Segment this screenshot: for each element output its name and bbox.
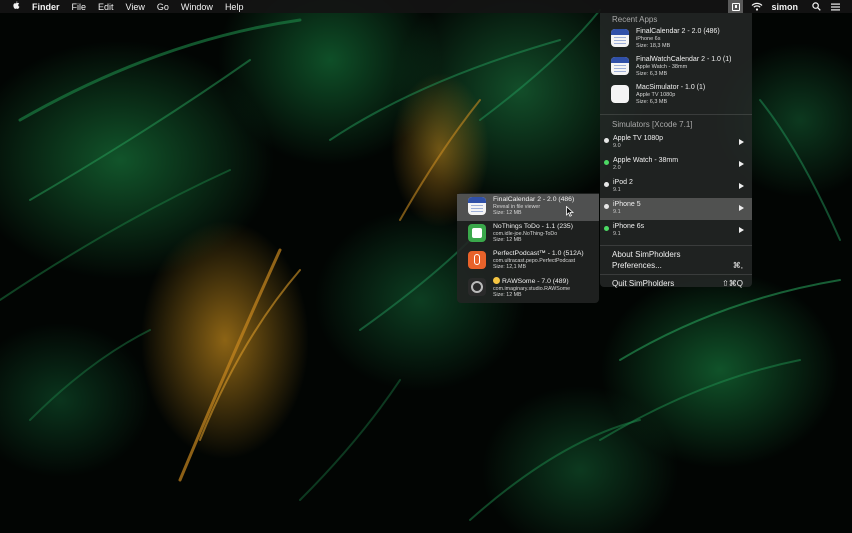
smiley-emoji-icon xyxy=(493,277,500,284)
submenu-arrow-icon xyxy=(739,161,744,167)
simulator-item-iphone-5[interactable]: iPhone 5 9.1 xyxy=(600,198,752,220)
calendar-icon xyxy=(468,197,486,215)
simulator-name: Apple Watch - 38mm xyxy=(613,157,679,164)
simpholders-menu: Recent Apps FinalCalendar 2 - 2.0 (486) … xyxy=(600,13,752,289)
app-size: Size: 12 MB xyxy=(493,292,522,299)
menu-go[interactable]: Go xyxy=(157,2,169,12)
simulators-header: Simulators [Xcode 7.1] xyxy=(612,120,693,129)
app-title: FinalCalendar 2 - 2.0 (486) xyxy=(636,28,720,35)
simulator-name: iPod 2 xyxy=(613,179,633,186)
simulator-apps-submenu: FinalCalendar 2 - 2.0 (486) Reveal in fi… xyxy=(457,193,599,303)
menu-help[interactable]: Help xyxy=(225,2,244,12)
recent-apps-header: Recent Apps xyxy=(612,15,658,24)
app-size: Size: 12,1 MB xyxy=(493,264,526,271)
submenu-arrow-icon xyxy=(739,183,744,189)
preferences-label: Preferences... xyxy=(612,261,662,270)
menu-view[interactable]: View xyxy=(126,2,145,12)
simulator-version: 9.1 xyxy=(613,209,621,215)
quit-label: Quit SimPholders xyxy=(612,279,675,288)
quit-shortcut: ⇧⌘Q xyxy=(722,279,743,288)
user-name[interactable]: simon xyxy=(771,2,798,12)
app-title: RAWSome - 7.0 (489) xyxy=(493,277,570,286)
status-dot-icon xyxy=(604,204,609,209)
apple-menu-icon[interactable] xyxy=(12,1,22,12)
simulator-item-iphone-6s[interactable]: iPhone 6s 9.1 xyxy=(600,220,752,242)
recent-app-item[interactable]: FinalCalendar 2 - 2.0 (486) iPhone 6s Si… xyxy=(600,27,752,55)
simulator-name: Apple TV 1080p xyxy=(613,135,664,142)
simulator-item-apple-watch[interactable]: Apple Watch - 38mm 2.0 xyxy=(600,154,752,176)
mouse-pointer-icon xyxy=(566,206,574,217)
app-title: NoThings ToDo - 1.1 (235) xyxy=(493,223,573,230)
menu-bar: Finder File Edit View Go Window Help sim… xyxy=(0,0,852,13)
about-label: About SimPholders xyxy=(612,250,681,259)
calendar-icon xyxy=(611,29,629,47)
simulator-item-apple-tv[interactable]: Apple TV 1080p 9.0 xyxy=(600,132,752,154)
menu-divider xyxy=(600,274,752,275)
simulator-version: 2.0 xyxy=(613,165,621,171)
camera-lens-app-icon xyxy=(468,278,486,296)
spotlight-search-icon[interactable] xyxy=(812,2,821,11)
menu-file[interactable]: File xyxy=(72,2,87,12)
preferences-shortcut: ⌘, xyxy=(732,261,743,270)
app-size: Size: 6,3 MB xyxy=(636,98,668,105)
app-title: FinalCalendar 2 - 2.0 (486) xyxy=(493,196,575,203)
simulator-name: iPhone 6s xyxy=(613,223,645,230)
app-size: Size: 18,3 MB xyxy=(636,42,671,49)
app-title: MacSimulator - 1.0 (1) xyxy=(636,84,706,91)
simpholders-status-icon[interactable] xyxy=(728,0,744,13)
recent-app-item[interactable]: FinalWatchCalendar 2 - 1.0 (1) Apple Wat… xyxy=(600,55,752,83)
recent-app-item[interactable]: MacSimulator - 1.0 (1) Apple TV 1080p Si… xyxy=(600,83,752,111)
app-size: Size: 12 MB xyxy=(493,237,522,244)
submenu-app-item[interactable]: FinalCalendar 2 - 2.0 (486) Reveal in fi… xyxy=(457,194,599,221)
app-title: FinalWatchCalendar 2 - 1.0 (1) xyxy=(636,56,732,63)
app-size: Size: 12 MB xyxy=(493,210,522,217)
nothings-app-icon xyxy=(468,224,486,242)
menu-divider xyxy=(600,114,752,115)
notification-center-icon[interactable] xyxy=(831,3,840,11)
submenu-app-item[interactable]: NoThings ToDo - 1.1 (235) com.idle-joe.N… xyxy=(457,221,599,248)
preferences-menu-item[interactable]: Preferences... ⌘, xyxy=(600,260,752,271)
simulator-name: iPhone 5 xyxy=(613,201,641,208)
menu-window[interactable]: Window xyxy=(181,2,213,12)
menu-divider xyxy=(600,245,752,246)
about-menu-item[interactable]: About SimPholders xyxy=(600,249,752,260)
menubar-status-area: simon xyxy=(728,0,852,13)
quit-menu-item[interactable]: Quit SimPholders ⇧⌘Q xyxy=(600,278,752,289)
app-title: PerfectPodcast™ - 1.0 (512A) xyxy=(493,250,584,257)
podcast-app-icon xyxy=(468,251,486,269)
status-dot-icon xyxy=(604,182,609,187)
status-dot-icon xyxy=(604,226,609,231)
simulator-version: 9.0 xyxy=(613,143,621,149)
blank-app-icon xyxy=(611,85,629,103)
wifi-icon[interactable] xyxy=(751,2,763,11)
app-size: Size: 6,3 MB xyxy=(636,70,668,77)
submenu-app-item[interactable]: PerfectPodcast™ - 1.0 (512A) com.ultraca… xyxy=(457,248,599,275)
submenu-arrow-icon xyxy=(739,227,744,233)
simulator-item-ipod[interactable]: iPod 2 9.1 xyxy=(600,176,752,198)
submenu-app-item[interactable]: RAWSome - 7.0 (489) com.imaginary.studio… xyxy=(457,275,599,302)
status-dot-icon xyxy=(604,160,609,165)
menu-finder[interactable]: Finder xyxy=(32,2,60,12)
calendar-icon xyxy=(611,57,629,75)
app-title-text: RAWSome - 7.0 (489) xyxy=(502,278,569,285)
submenu-arrow-icon xyxy=(739,205,744,211)
simulator-version: 9.1 xyxy=(613,187,621,193)
menu-edit[interactable]: Edit xyxy=(98,2,114,12)
status-dot-icon xyxy=(604,138,609,143)
simulator-version: 9.1 xyxy=(613,231,621,237)
submenu-arrow-icon xyxy=(739,139,744,145)
